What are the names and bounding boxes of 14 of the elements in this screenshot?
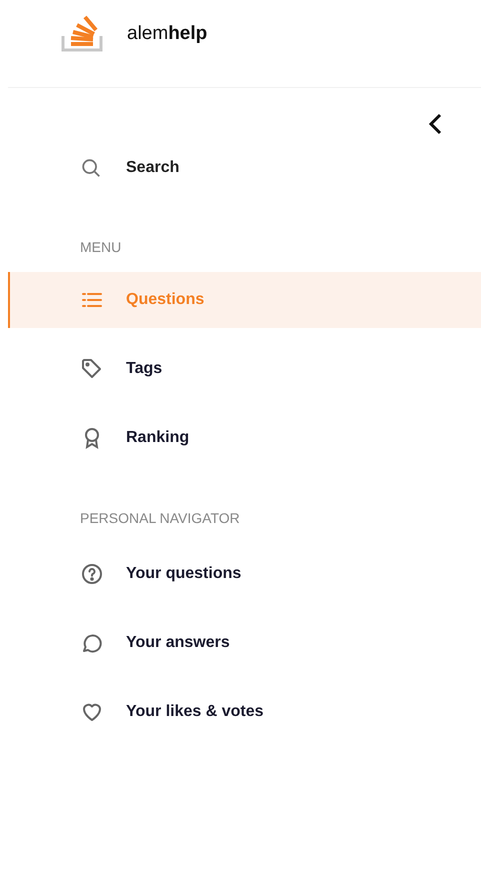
nav-item[interactable]: Your questions [8,546,481,602]
nav-item[interactable]: Tags [8,341,481,397]
nav-item[interactable]: Your answers [8,615,481,671]
tag-icon [80,357,104,381]
section-heading: PERSONAL NAVIGATOR [79,509,240,528]
search-icon [80,157,102,179]
logo-icon [61,14,105,52]
nav-item[interactable]: Ranking [8,410,481,466]
section-heading: MENU [79,238,122,257]
nav-item[interactable]: Your likes & votes [8,684,481,740]
question-icon [80,562,104,586]
chevron-left-icon [428,113,442,135]
search-button[interactable]: Search [80,156,180,180]
brand-name: alemhelp [127,22,208,46]
